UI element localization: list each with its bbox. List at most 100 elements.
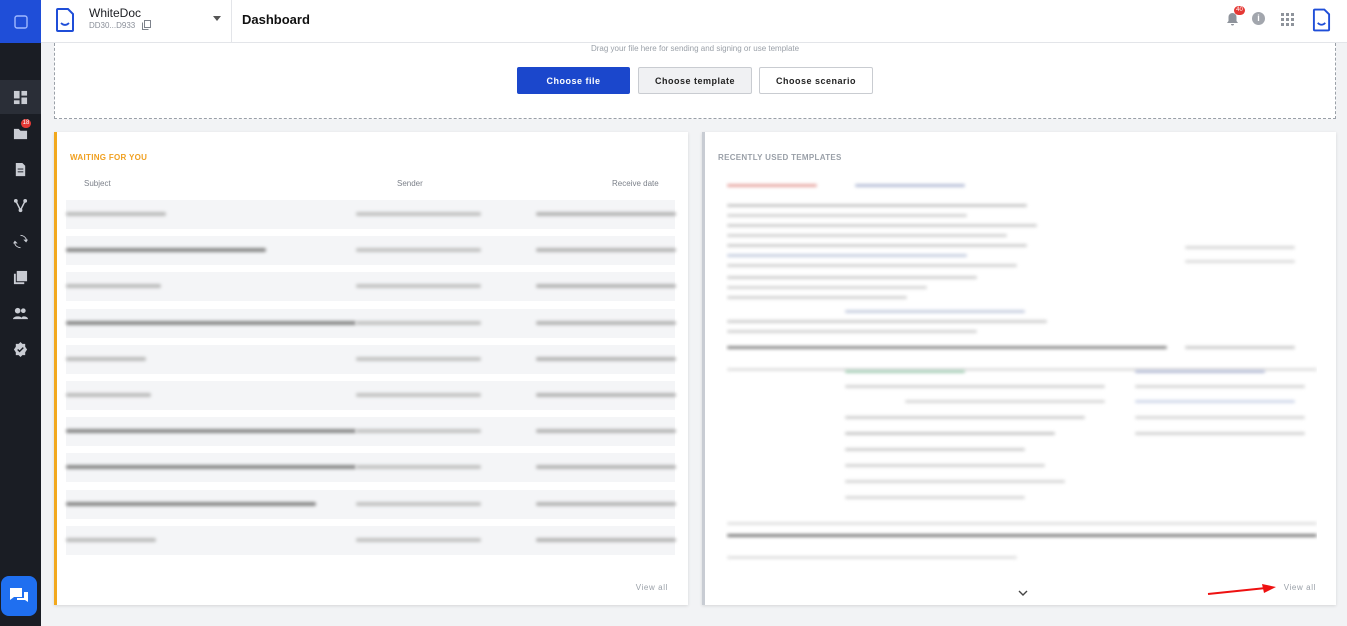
redacted-text <box>536 465 676 470</box>
page-title: Dashboard <box>242 12 310 27</box>
chat-button[interactable] <box>1 576 37 616</box>
redacted-text <box>356 284 481 289</box>
redacted-text <box>1185 246 1295 249</box>
chevron-down-icon[interactable] <box>1018 590 1028 597</box>
workflow-icon <box>13 198 28 212</box>
redacted-text <box>536 320 676 325</box>
redacted-text <box>356 501 481 506</box>
redacted-text <box>536 212 676 216</box>
table-row[interactable] <box>66 272 676 302</box>
redacted-text <box>1135 416 1305 419</box>
sidebar-item-workflow[interactable] <box>0 188 41 222</box>
recent-templates-card: RECENTLY USED TEMPLATES View all <box>702 132 1336 605</box>
redacted-text <box>727 346 1167 349</box>
choose-template-button[interactable]: Choose template <box>638 67 752 94</box>
redacted-text <box>66 212 166 216</box>
table-row[interactable] <box>66 308 676 338</box>
redacted-text <box>845 448 1025 451</box>
redacted-text <box>727 244 1027 247</box>
column-subject[interactable]: Subject <box>84 179 111 188</box>
notification-badge: 40 <box>1234 6 1245 15</box>
table-row[interactable] <box>66 489 676 519</box>
redacted-text <box>727 556 1017 559</box>
top-bar: WhiteDoc DD30...D933 Dashboard 40 i <box>41 0 1347 43</box>
redacted-text <box>727 296 907 299</box>
redacted-text <box>356 465 481 470</box>
chevron-down-icon[interactable] <box>213 16 221 21</box>
brand-logo-icon[interactable] <box>1312 8 1331 32</box>
chat-icon <box>10 588 28 602</box>
redacted-text <box>1135 385 1305 388</box>
table-row[interactable] <box>66 200 676 229</box>
redacted-text <box>356 356 481 361</box>
sidebar-item-dashboard[interactable] <box>0 80 41 114</box>
redacted-text <box>536 248 676 253</box>
apps-grid-icon[interactable] <box>1281 13 1294 26</box>
redacted-text <box>727 184 817 187</box>
redacted-text <box>727 276 977 279</box>
redacted-text <box>66 320 356 325</box>
redacted-text <box>1185 346 1295 349</box>
redacted-text <box>66 429 356 434</box>
redacted-text <box>727 214 967 217</box>
redacted-text <box>845 496 1025 499</box>
templates-view-all-link[interactable]: View all <box>1284 583 1316 592</box>
redacted-text <box>905 400 1105 403</box>
workspace-name: WhiteDoc <box>89 6 142 20</box>
table-row[interactable] <box>66 525 676 555</box>
redacted-text <box>1135 400 1295 403</box>
redacted-text <box>66 356 146 361</box>
redacted-text <box>727 522 1317 525</box>
redacted-text <box>66 501 316 506</box>
redacted-text <box>845 310 1025 313</box>
redacted-text <box>356 429 481 434</box>
redacted-text <box>727 330 977 333</box>
template-preview[interactable] <box>725 180 1317 570</box>
redacted-text <box>356 320 481 325</box>
table-row[interactable] <box>66 417 676 447</box>
sidebar-item-sync[interactable] <box>0 224 41 258</box>
redacted-text <box>1135 370 1265 373</box>
table-row[interactable] <box>66 453 676 483</box>
templates-title: RECENTLY USED TEMPLATES <box>718 153 842 162</box>
redacted-text <box>66 284 161 289</box>
table-row[interactable] <box>66 236 676 266</box>
workspace-switcher[interactable]: WhiteDoc DD30...D933 <box>41 0 232 43</box>
contacts-icon <box>13 307 28 319</box>
redacted-text <box>845 416 1085 419</box>
redacted-text <box>66 248 266 253</box>
app-logo[interactable] <box>0 0 41 43</box>
redacted-text <box>536 501 676 506</box>
redacted-text <box>727 320 1047 323</box>
info-icon[interactable]: i <box>1252 12 1265 25</box>
copy-icon[interactable] <box>142 20 151 30</box>
sidebar-item-folders[interactable]: 18 <box>0 116 41 150</box>
sidebar-item-settings[interactable] <box>0 332 41 366</box>
sidebar-item-library[interactable] <box>0 260 41 294</box>
sidebar: 18 <box>0 0 41 626</box>
redacted-text <box>356 393 481 397</box>
red-arrow-annotation <box>1207 584 1276 595</box>
redacted-text <box>536 393 676 397</box>
redacted-text <box>727 254 967 257</box>
sidebar-item-contacts[interactable] <box>0 296 41 330</box>
column-receive-date[interactable]: Receive date <box>612 179 659 188</box>
redacted-text <box>845 464 1045 467</box>
redacted-text <box>845 432 1055 435</box>
table-row[interactable] <box>66 344 676 374</box>
table-row[interactable] <box>66 381 676 410</box>
choose-file-button[interactable]: Choose file <box>517 67 630 94</box>
redacted-text <box>536 429 676 434</box>
column-sender[interactable]: Sender <box>397 179 423 188</box>
sidebar-item-documents[interactable] <box>0 152 41 186</box>
workspace-logo-icon <box>56 8 74 32</box>
upload-dropzone[interactable]: Drag your file here for sending and sign… <box>54 43 1336 119</box>
waiting-title: WAITING FOR YOU <box>70 153 148 162</box>
choose-scenario-button[interactable]: Choose scenario <box>759 67 873 94</box>
waiting-view-all-link[interactable]: View all <box>636 583 668 592</box>
document-icon <box>15 162 26 176</box>
redacted-text <box>727 224 1037 227</box>
redacted-text <box>66 393 151 397</box>
redacted-text <box>66 465 356 470</box>
redacted-text <box>727 534 1317 537</box>
